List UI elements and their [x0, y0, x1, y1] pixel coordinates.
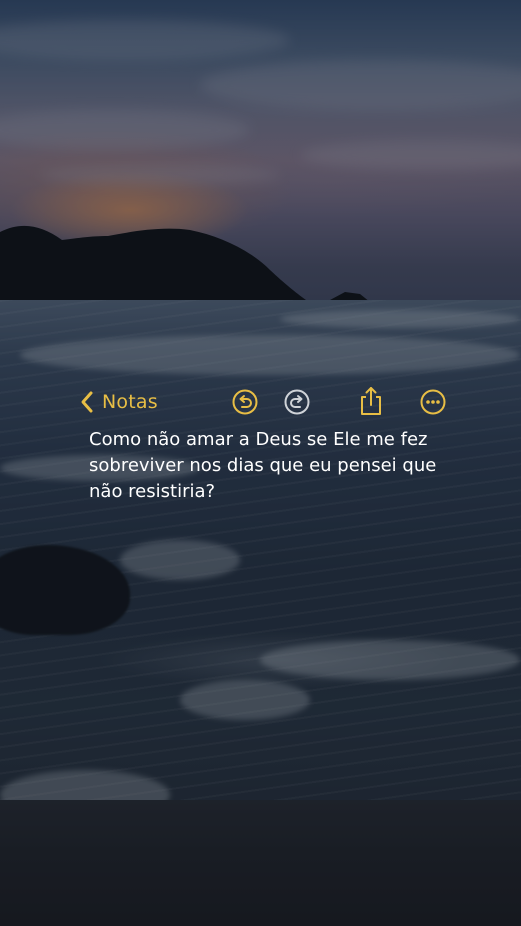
more-icon[interactable]: [419, 388, 447, 416]
share-icon[interactable]: [357, 385, 385, 417]
undo-icon[interactable]: [231, 388, 259, 416]
back-label: Notas: [102, 391, 158, 413]
notes-toolbar: Notas: [0, 385, 521, 419]
chevron-left-icon: [78, 389, 100, 415]
back-button[interactable]: Notas: [78, 389, 158, 415]
note-body[interactable]: Como não amar a Deus se Ele me fez sobre…: [89, 427, 449, 505]
redo-icon[interactable]: [283, 388, 311, 416]
